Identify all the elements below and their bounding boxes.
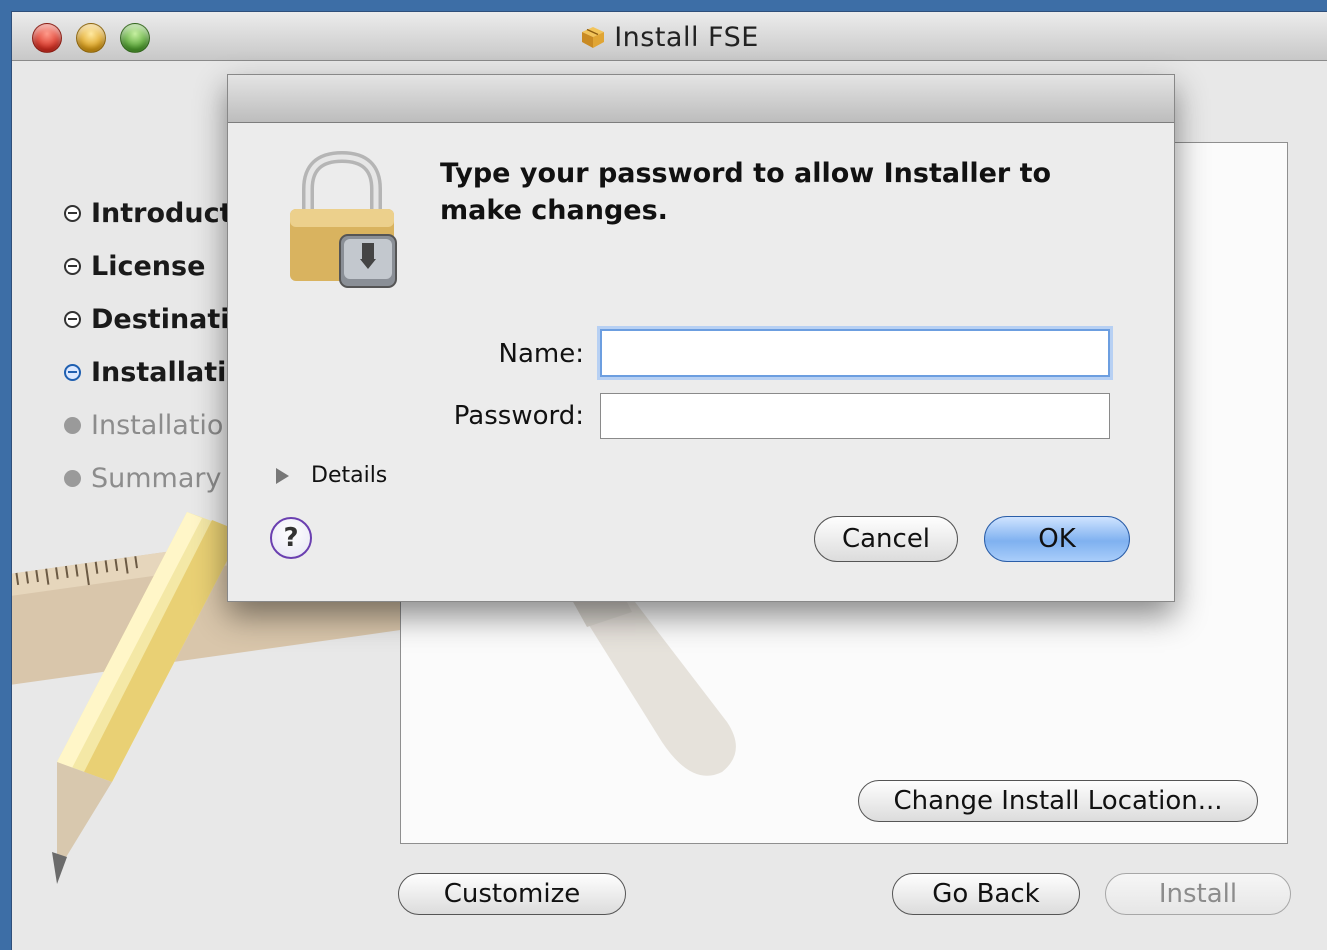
disclosure-triangle-icon[interactable]: [276, 467, 289, 484]
step-done-bullet-icon: [64, 311, 81, 328]
step-done-bullet-icon: [64, 258, 81, 275]
title-bar[interactable]: Install FSE: [12, 12, 1327, 61]
step-label: Introduct: [91, 198, 233, 229]
dialog-header-bar: [228, 75, 1174, 123]
cancel-button[interactable]: Cancel: [814, 516, 958, 562]
details-label: Details: [311, 463, 388, 488]
details-disclosure[interactable]: Details: [276, 463, 387, 488]
help-button[interactable]: ?: [270, 517, 312, 559]
go-back-button[interactable]: Go Back: [892, 873, 1080, 915]
step-label: Summary: [91, 463, 222, 494]
lock-icon: [290, 151, 397, 288]
brush-artwork: [562, 572, 736, 776]
step-current-bullet-icon: [64, 364, 81, 381]
dialog-prompt: Type your password to allow Installer to…: [440, 158, 1052, 226]
customize-button[interactable]: Customize: [398, 873, 626, 915]
change-install-location-button[interactable]: Change Install Location...: [858, 780, 1258, 822]
window-title-text: Install FSE: [614, 22, 759, 53]
step-label: Destinati: [91, 304, 230, 335]
step-label: Installatio: [91, 357, 245, 388]
ok-button[interactable]: OK: [984, 516, 1130, 562]
step-label: Installatio: [91, 410, 224, 441]
step-done-bullet-icon: [64, 205, 81, 222]
install-button[interactable]: Install: [1105, 873, 1291, 915]
step-pending-bullet-icon: [64, 470, 81, 487]
package-icon: [582, 27, 605, 48]
authentication-dialog: Type your password to allow Installer to…: [227, 74, 1175, 602]
window-title: Install FSE: [12, 22, 1327, 53]
password-field[interactable]: [600, 393, 1110, 439]
step-label: License: [91, 251, 206, 282]
password-label: Password:: [453, 401, 584, 431]
installer-window: Install FSE Introduct License Destinati …: [12, 12, 1327, 950]
name-field[interactable]: [600, 329, 1110, 377]
step-pending-bullet-icon: [64, 417, 81, 434]
name-label: Name:: [498, 339, 584, 369]
